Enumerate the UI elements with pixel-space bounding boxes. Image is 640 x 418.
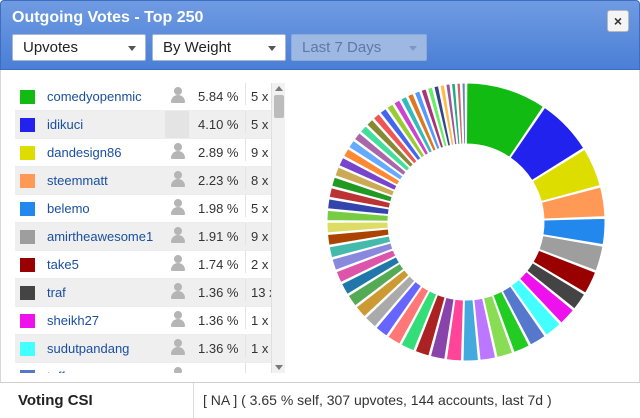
account-name-link[interactable]: belemo xyxy=(47,201,90,216)
list-item[interactable]: sudutpandang 1.36 % 1 x xyxy=(15,335,271,363)
list-item[interactable]: belemo 1.98 % 5 x xyxy=(15,195,271,223)
vote-percentage: 1.98 % xyxy=(198,201,239,216)
vote-type-select[interactable]: Upvotes xyxy=(12,34,146,61)
color-swatch xyxy=(20,118,35,132)
vote-count: 5 x xyxy=(245,83,271,105)
voting-csi-bar: Voting CSI [ NA ] ( 3.65 % self, 307 upv… xyxy=(0,382,640,418)
vote-count: 9 x xyxy=(245,223,271,245)
color-swatch xyxy=(20,90,35,104)
main-content: comedyopenmic 5.84 % 5 x idikuci 4.10 % 5 x da… xyxy=(0,70,640,382)
vote-count: 8 x xyxy=(245,167,271,189)
avatar-cell xyxy=(165,111,189,138)
color-swatch xyxy=(20,174,35,188)
vote-percentage: 2.23 % xyxy=(198,173,239,188)
vote-percentage: 1.36 % xyxy=(198,313,239,328)
vote-count: 9 x xyxy=(245,139,271,161)
account-name-link[interactable]: idikuci xyxy=(47,117,83,132)
widget-title: Outgoing Votes - Top 250 xyxy=(12,9,204,26)
user-icon xyxy=(170,87,185,104)
avatar-cell xyxy=(165,83,189,110)
list-item[interactable]: comedyopenmic 5.84 % 5 x xyxy=(15,83,271,111)
avatar-cell xyxy=(165,307,189,334)
list-item[interactable]: traf 1.36 % 13 x xyxy=(15,279,276,307)
user-icon xyxy=(170,283,185,300)
user-icon xyxy=(170,227,185,244)
account-name-link[interactable]: amirtheawesome1 xyxy=(47,229,153,244)
account-name-link[interactable]: steemmatt xyxy=(47,173,108,188)
vote-count: 2 x xyxy=(245,251,271,273)
vote-count: 13 x xyxy=(245,279,276,301)
scroll-thumb[interactable] xyxy=(274,95,284,118)
chevron-down-icon xyxy=(268,46,276,51)
avatar-cell xyxy=(165,251,189,278)
vote-count: 5 x xyxy=(245,111,271,133)
user-icon xyxy=(170,339,185,356)
list-item[interactable]: steemmatt 2.23 % 8 x xyxy=(15,167,271,195)
voting-csi-label: Voting CSI xyxy=(18,392,93,409)
sort-by-value: By Weight xyxy=(163,39,232,56)
vote-percentage: 1.91 % xyxy=(198,229,239,244)
account-name-link[interactable]: sudutpandang xyxy=(47,341,129,356)
user-icon xyxy=(170,171,185,188)
vote-donut-chart xyxy=(326,82,606,362)
vote-count: 5 x xyxy=(245,195,271,217)
user-icon xyxy=(170,143,185,160)
vote-count: 1 x xyxy=(245,307,271,329)
user-icon xyxy=(170,367,185,373)
vote-percentage: 2.89 % xyxy=(198,145,239,160)
account-name-link[interactable]: dandesign86 xyxy=(47,145,121,160)
account-name-link[interactable]: comedyopenmic xyxy=(47,89,142,104)
voting-csi-value: [ NA ] ( 3.65 % self, 307 upvotes, 144 a… xyxy=(203,392,552,408)
vote-percentage: 1.36 % xyxy=(198,341,239,356)
color-swatch xyxy=(20,146,35,160)
list-item[interactable]: amirtheawesome1 1.91 % 9 x xyxy=(15,223,271,251)
scroll-down-icon[interactable] xyxy=(275,365,283,370)
sort-by-select[interactable]: By Weight xyxy=(152,34,286,61)
avatar-cell xyxy=(165,363,189,373)
account-name-link[interactable]: teffer xyxy=(47,369,76,373)
list-item[interactable]: take5 1.74 % 2 x xyxy=(15,251,271,279)
list-item[interactable]: idikuci 4.10 % 5 x xyxy=(15,111,271,139)
vote-type-value: Upvotes xyxy=(23,39,79,56)
vote-percentage: 1.36 % xyxy=(198,285,239,300)
vote-count: 1 x xyxy=(245,335,271,357)
scroll-up-icon[interactable] xyxy=(275,86,283,91)
vote-count xyxy=(245,363,271,373)
user-icon xyxy=(170,311,185,328)
chevron-down-icon xyxy=(128,46,136,51)
avatar-cell xyxy=(165,195,189,222)
close-button[interactable]: × xyxy=(607,10,629,32)
vote-percentage: 5.84 % xyxy=(198,89,239,104)
avatar-cell xyxy=(165,139,189,166)
color-swatch xyxy=(20,230,35,244)
color-swatch xyxy=(20,286,35,300)
list-item[interactable]: sheikh27 1.36 % 1 x xyxy=(15,307,271,335)
list-item[interactable]: dandesign86 2.89 % 9 x xyxy=(15,139,271,167)
list-scrollbar[interactable] xyxy=(271,83,285,373)
color-swatch xyxy=(20,370,35,373)
account-name-link[interactable]: take5 xyxy=(47,257,79,272)
vote-percentage: 4.10 % xyxy=(198,117,239,132)
footer-divider xyxy=(193,383,194,418)
color-swatch xyxy=(20,314,35,328)
chevron-down-icon xyxy=(409,46,417,51)
user-icon xyxy=(170,199,185,216)
vote-percentage: 1.74 % xyxy=(198,257,239,272)
widget-header: Outgoing Votes - Top 250 × Upvotes By We… xyxy=(0,0,640,70)
account-list[interactable]: comedyopenmic 5.84 % 5 x idikuci 4.10 % 5 x da… xyxy=(15,83,285,373)
avatar-cell xyxy=(165,223,189,250)
account-name-link[interactable]: sheikh27 xyxy=(47,313,99,328)
color-swatch xyxy=(20,202,35,216)
avatar-cell xyxy=(165,335,189,362)
account-name-link[interactable]: traf xyxy=(47,285,66,300)
color-swatch xyxy=(20,258,35,272)
avatar-cell xyxy=(165,167,189,194)
user-icon xyxy=(170,255,185,272)
period-value: Last 7 Days xyxy=(302,39,382,56)
period-select: Last 7 Days xyxy=(291,34,427,61)
color-swatch xyxy=(20,342,35,356)
list-item[interactable]: teffer xyxy=(15,363,271,373)
avatar-cell xyxy=(165,279,189,306)
